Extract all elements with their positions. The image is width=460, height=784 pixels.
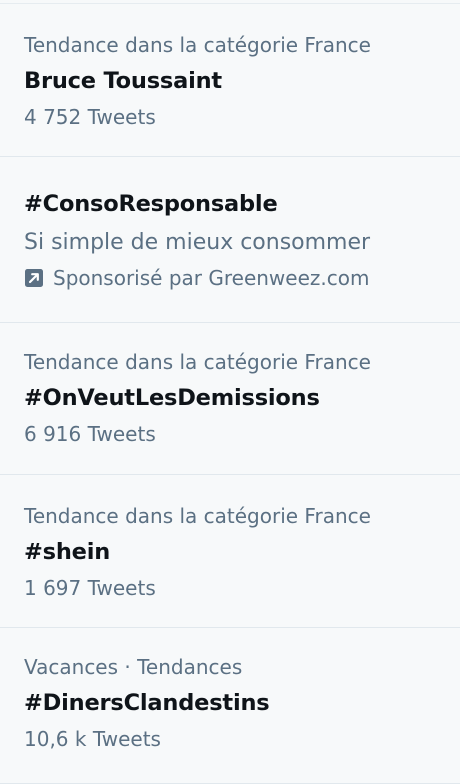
trend-tweet-count: 10,6 k Tweets: [24, 727, 161, 751]
trend-name: #DinersClandestins: [24, 690, 270, 716]
trend-item-shein[interactable]: Tendance dans la catégorie France #shein…: [0, 475, 460, 628]
trend-tweet-count: 1 697 Tweets: [24, 576, 156, 600]
trend-item-promoted-consoresponsable[interactable]: #ConsoResponsable Si simple de mieux con…: [0, 157, 460, 323]
promoted-by-text: Sponsorisé par Greenweez.com: [53, 266, 370, 290]
trend-name: Bruce Toussaint: [24, 68, 222, 94]
trend-context: Tendance dans la catégorie France: [24, 350, 371, 374]
trend-item-bruce-toussaint[interactable]: Tendance dans la catégorie France Bruce …: [0, 4, 460, 157]
trend-description: Si simple de mieux consommer: [24, 230, 371, 255]
promoted-label[interactable]: Sponsorisé par Greenweez.com: [24, 263, 436, 293]
trend-context: Tendance dans la catégorie France: [24, 33, 371, 57]
trend-context: Vacances · Tendances: [24, 655, 243, 679]
trend-name: #ConsoResponsable: [24, 191, 278, 217]
trend-name: #OnVeutLesDemissions: [24, 385, 320, 411]
trend-tweet-count: 4 752 Tweets: [24, 105, 156, 129]
trend-context: Tendance dans la catégorie France: [24, 504, 371, 528]
trend-item-dinersclandestins[interactable]: Vacances · Tendances #DinersClandestins …: [0, 628, 460, 784]
trend-item-onveutlesdemissions[interactable]: Tendance dans la catégorie France #OnVeu…: [0, 323, 460, 475]
trend-name: #shein: [24, 539, 111, 565]
trends-list: Tendance dans la catégorie France Bruce …: [0, 0, 460, 784]
promoted-arrow-icon: [24, 268, 44, 288]
trend-tweet-count: 6 916 Tweets: [24, 422, 156, 446]
